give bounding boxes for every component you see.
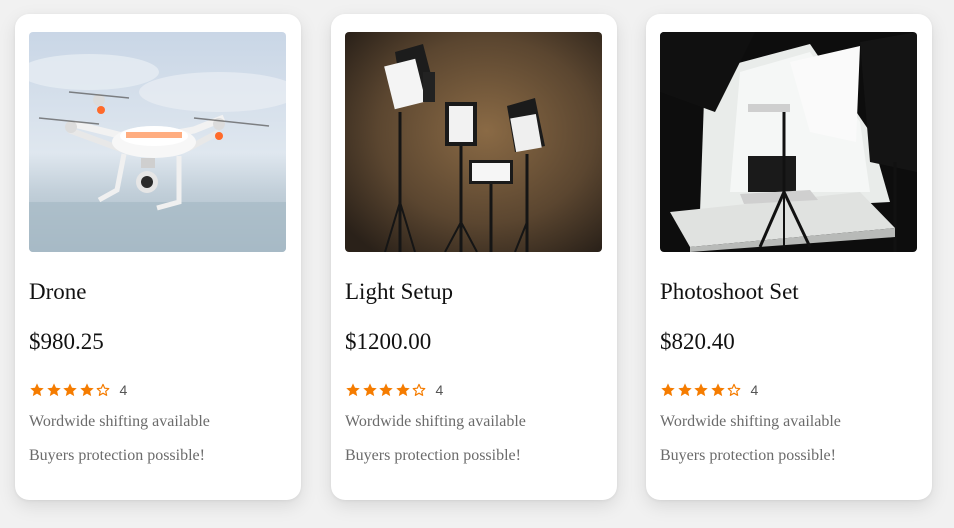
product-title[interactable]: Photoshoot Set [660,279,799,305]
star-filled-icon [63,383,77,397]
product-price: $980.25 [29,329,104,354]
product-card-photoshoot-set[interactable]: Photoshoot Set $820.40 4 Wordwide shifti… [646,14,932,500]
product-grid: Drone $980.25 4 Wordwide shifting availa… [0,0,954,528]
rating-count: 4 [119,382,128,398]
shipping-note: Wordwide shifting available [29,413,210,430]
protection-note: Buyers protection possible! [660,447,836,464]
star-filled-icon [379,383,393,397]
product-card-light-setup[interactable]: Light Setup $1200.00 4 Wordwide shifting… [331,14,617,500]
star-filled-icon [395,383,410,397]
star-filled-icon [346,383,360,397]
star-empty-icon [96,383,110,396]
star-empty-icon [727,383,741,396]
star-filled-icon [677,383,692,397]
star-filled-icon [79,383,94,397]
rating: 4 [345,380,443,400]
product-title[interactable]: Light Setup [345,279,453,305]
drone-photo[interactable] [29,32,286,252]
star-filled-icon [46,383,61,397]
rating: 4 [660,380,758,400]
star-empty-icon [412,383,426,396]
star-filled-icon [710,383,725,397]
product-price: $820.40 [660,329,735,354]
star-filled-icon [694,383,708,397]
product-price: $1200.00 [345,329,432,354]
star-filled-icon [362,383,377,397]
product-title[interactable]: Drone [29,279,86,305]
photoshoot-set-photo[interactable] [660,32,917,252]
protection-note: Buyers protection possible! [29,447,205,464]
shipping-note: Wordwide shifting available [660,413,841,430]
protection-note: Buyers protection possible! [345,447,521,464]
light-setup-photo[interactable] [345,32,602,252]
star-filled-icon [661,383,675,397]
product-card-drone[interactable]: Drone $980.25 4 Wordwide shifting availa… [15,14,301,500]
star-filled-icon [30,383,44,397]
rating-count: 4 [435,382,444,398]
rating: 4 [29,380,127,400]
rating-count: 4 [750,382,759,398]
shipping-note: Wordwide shifting available [345,413,526,430]
